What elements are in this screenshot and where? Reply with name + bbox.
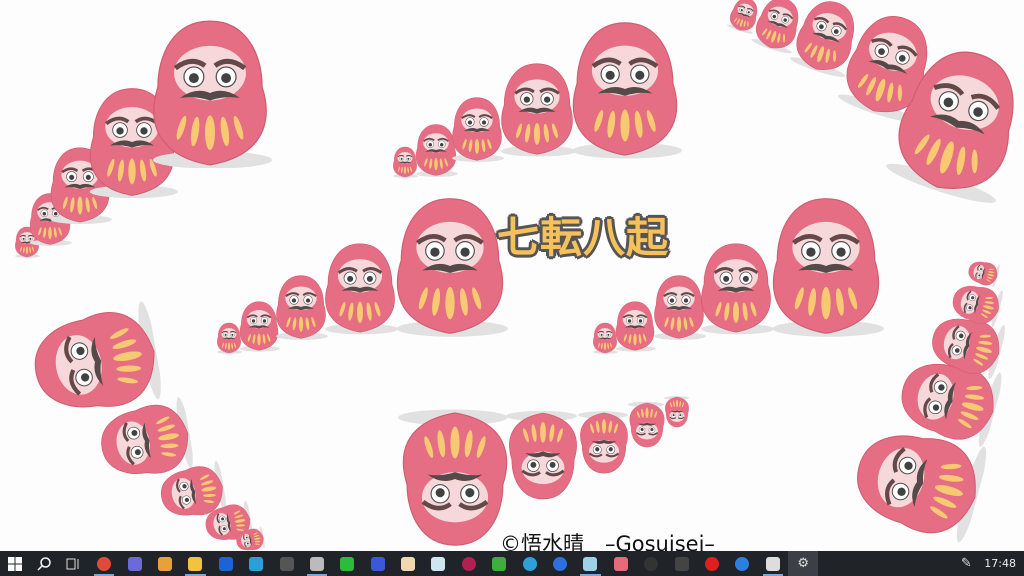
chrome-icon — [97, 556, 112, 571]
taskbar-app-media-player[interactable] — [150, 551, 180, 576]
wallpaper-title: 七転八起 — [497, 213, 670, 262]
daruma-group-middle-left — [216, 199, 508, 354]
taskbar-app-lightning-app[interactable] — [241, 551, 271, 576]
b-app-icon — [735, 556, 750, 571]
start-button[interactable] — [0, 551, 29, 576]
taskbar-app-zoom[interactable] — [545, 551, 575, 576]
taskbar-app-record-app[interactable] — [697, 551, 727, 576]
taskbar-app-black-app[interactable] — [271, 551, 301, 576]
task-view-icon — [66, 558, 78, 569]
lightning-app-icon — [249, 556, 264, 571]
daruma-group-top-right — [725, 0, 1024, 209]
notepad-app-icon — [583, 556, 598, 571]
clock[interactable]: 17:48 — [978, 557, 1024, 570]
cap-app-icon — [674, 556, 689, 571]
taskbar: ⚙ ✎ 17:48 — [0, 551, 1024, 576]
daruma-wallpaper — [14, 0, 1024, 551]
taskbar-app-file-explorer[interactable] — [180, 551, 210, 576]
task-view-button[interactable] — [58, 551, 87, 576]
file-explorer-icon — [188, 556, 203, 571]
photos-app-icon — [127, 556, 142, 571]
system-tray: ✎ 17:48 — [954, 551, 1024, 576]
wallpaper-credit: ©悟水晴 –Gosuisei– — [500, 532, 715, 551]
taskbar-app-cap-app[interactable] — [666, 551, 696, 576]
taskbar-app-settings[interactable]: ⚙ — [787, 551, 819, 576]
search-button[interactable] — [29, 551, 58, 576]
taskbar-app-music-disc[interactable] — [454, 551, 484, 576]
taskbar-app-chrome[interactable] — [89, 551, 119, 576]
taskbar-app-b-app[interactable] — [727, 551, 757, 576]
music-note-app-icon — [492, 556, 507, 571]
search-icon — [36, 556, 51, 571]
taskbar-app-edge[interactable] — [514, 551, 544, 576]
edge-icon — [522, 556, 537, 571]
taskbar-app-obs[interactable] — [636, 551, 666, 576]
desktop: 七転八起 ©悟水晴 –Gosuisei– — [0, 0, 1024, 551]
obs-icon — [644, 556, 659, 571]
taskbar-app-spiral-app[interactable] — [302, 551, 332, 576]
taskbar-app-audio-app[interactable] — [363, 551, 393, 576]
taskbar-app-photos-app[interactable] — [119, 551, 149, 576]
music-disc-icon — [461, 556, 476, 571]
record-app-icon — [705, 556, 719, 571]
taskbar-app-dropbox[interactable] — [211, 551, 241, 576]
taskbar-app-music-note-app[interactable] — [484, 551, 514, 576]
daruma-group-bottom-center — [398, 396, 690, 545]
daruma-group-top-center — [392, 23, 682, 178]
clip-app-icon — [765, 556, 780, 571]
taskbar-app-m-app[interactable] — [423, 551, 453, 576]
taskbar-app-clip-app[interactable] — [758, 551, 788, 576]
taskbar-app-pet-app[interactable] — [393, 551, 423, 576]
taskbar-app-line[interactable] — [332, 551, 362, 576]
daruma-group-top-left — [14, 21, 272, 258]
paint-app-icon — [613, 556, 628, 571]
taskbar-app-paint-app[interactable] — [606, 551, 636, 576]
dropbox-icon — [218, 556, 233, 571]
windows-icon — [7, 556, 22, 571]
media-player-icon — [157, 556, 172, 571]
taskbar-app-notepad-app[interactable] — [575, 551, 605, 576]
zoom-icon — [553, 556, 568, 571]
settings-icon: ⚙ — [797, 555, 809, 571]
line-icon — [340, 556, 355, 571]
black-app-icon — [279, 556, 294, 571]
m-app-icon — [431, 556, 446, 571]
spiral-app-icon — [309, 556, 324, 571]
pet-app-icon — [401, 556, 416, 571]
pen-icon[interactable]: ✎ — [954, 556, 978, 571]
audio-app-icon — [370, 556, 385, 571]
